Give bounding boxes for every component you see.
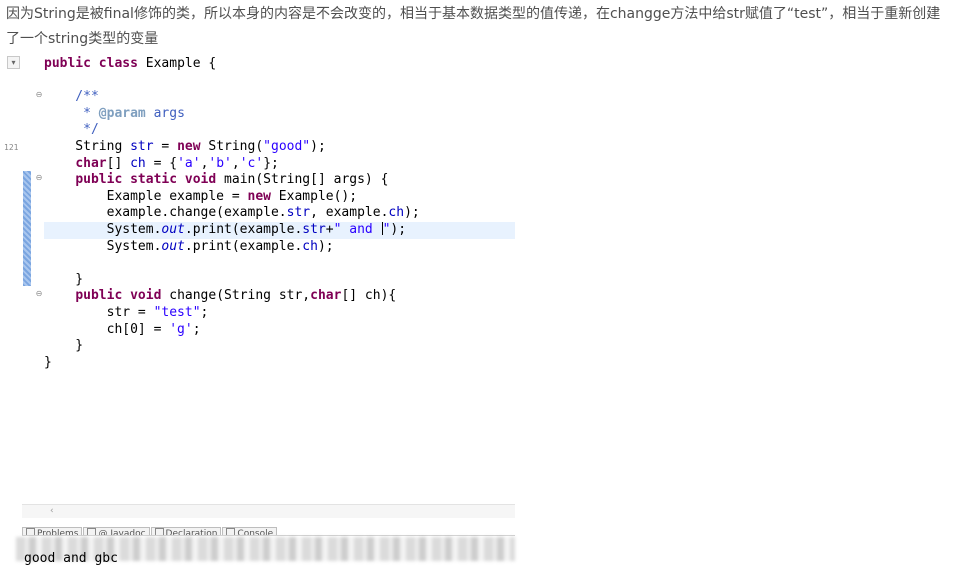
view-tab[interactable]: @ Javadoc (83, 527, 150, 536)
fold-toggle-icon[interactable]: ⊖ (35, 91, 43, 99)
code-line[interactable]: * @param args (44, 106, 515, 123)
code-line[interactable]: } (44, 355, 515, 372)
view-tab-label: Console (237, 529, 274, 536)
text-caret (381, 221, 383, 235)
code-line[interactable] (44, 73, 515, 90)
article-paragraph: 因为String是被final修饰的类，所以本身的内容是不会改变的，相当于基本数… (6, 6, 941, 47)
code-line[interactable]: } (44, 338, 515, 355)
view-tab-icon (226, 528, 236, 535)
left-panel-strip: ▾ 121 (4, 54, 23, 518)
bottom-views-tabbar: Problems @ Javadoc Declaration Console (22, 521, 515, 536)
view-tab[interactable]: Problems (22, 527, 83, 536)
code-editor[interactable]: public class Example { /** * @param args… (44, 54, 515, 504)
code-line[interactable]: Example example = new Example(); (44, 189, 515, 206)
view-tab[interactable]: Declaration (150, 527, 222, 536)
scroll-left-icon[interactable]: ‹ (50, 506, 54, 516)
collapse-arrow-icon[interactable]: ▾ (7, 56, 20, 69)
code-line[interactable]: public void change(String str,char[] ch)… (44, 288, 515, 305)
horizontal-scrollbar[interactable]: ‹ (22, 504, 515, 518)
view-tab-icon (87, 528, 97, 535)
editor-ruler: ⊖ ⊖ ⊖ (22, 54, 44, 504)
code-line[interactable]: public static void main(String[] args) { (44, 172, 515, 189)
view-tab[interactable]: Console (222, 527, 278, 536)
code-line[interactable]: */ (44, 122, 515, 139)
code-line[interactable]: } (44, 272, 515, 289)
strip-number: 121 (4, 143, 19, 152)
fold-toggle-icon[interactable]: ⊖ (35, 174, 43, 182)
code-line[interactable]: System.out.print(example.ch); (44, 239, 515, 256)
code-line[interactable]: char[] ch = {'a','b','c'}; (44, 156, 515, 173)
eclipse-editor-window: ▾ 121 ⊖ ⊖ ⊖ public class Example { /** *… (4, 54, 515, 575)
view-tab-icon (154, 528, 164, 535)
code-line[interactable]: String str = new String("good"); (44, 139, 515, 156)
fold-toggle-icon[interactable]: ⊖ (35, 290, 43, 298)
console-output: good and gbc (24, 551, 118, 566)
code-line[interactable]: ch[0] = 'g'; (44, 322, 515, 339)
code-line[interactable]: public class Example { (44, 56, 515, 73)
view-tab-label: @ Javadoc (98, 529, 146, 536)
selection-marker (23, 171, 31, 286)
code-line[interactable]: System.out.print(example.str+" and "); (44, 221, 515, 239)
code-line[interactable]: example.change(example.str, example.ch); (44, 205, 515, 222)
code-line[interactable]: str = "test"; (44, 305, 515, 322)
code-line[interactable]: /** (44, 89, 515, 106)
source-code: public class Example { /** * @param args… (44, 56, 515, 371)
view-tab-label: Problems (37, 529, 79, 536)
view-tab-label: Declaration (165, 529, 218, 536)
view-tab-icon (26, 528, 35, 535)
code-line[interactable] (44, 255, 515, 272)
